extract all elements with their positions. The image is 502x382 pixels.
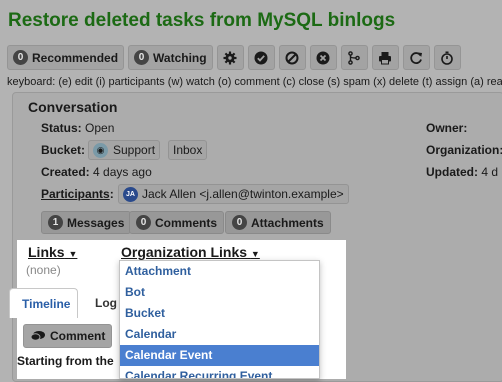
bucket-inbox-label: Inbox bbox=[173, 143, 203, 157]
messages-label: Messages bbox=[67, 215, 125, 230]
print-icon bbox=[379, 51, 392, 64]
comments-button[interactable]: 0 Comments bbox=[129, 211, 225, 234]
updated-label: Updated: bbox=[426, 165, 478, 179]
dropdown-item-attachment[interactable]: Attachment bbox=[120, 261, 319, 282]
starting-text: Starting from the bbox=[17, 354, 114, 368]
dropdown-item-bucket[interactable]: Bucket bbox=[120, 303, 319, 324]
merge-icon bbox=[348, 50, 360, 65]
bucket-label: Bucket: bbox=[41, 143, 86, 157]
watching-count: 0 bbox=[134, 50, 150, 65]
avatar: JA bbox=[123, 186, 138, 202]
comments-label: Comments bbox=[155, 215, 218, 230]
created-value: 4 days ago bbox=[93, 165, 152, 179]
globe-icon: ◉ bbox=[93, 142, 108, 158]
recommended-count: 0 bbox=[13, 50, 28, 65]
dropdown-item-calendar-event[interactable]: Calendar Event bbox=[120, 345, 319, 366]
attachments-button[interactable]: 0 Attachments bbox=[225, 211, 331, 234]
dropdown-item-bot[interactable]: Bot bbox=[120, 282, 319, 303]
links-label: Links bbox=[28, 244, 65, 260]
dropdown-item-calendar[interactable]: Calendar bbox=[120, 324, 319, 345]
updated-row: Updated: 4 d bbox=[426, 165, 498, 179]
delete-button[interactable] bbox=[309, 45, 337, 70]
organization-label: Organization: bbox=[426, 143, 502, 157]
merge-button[interactable] bbox=[340, 45, 368, 70]
watching-label: Watching bbox=[153, 50, 207, 65]
refresh-button[interactable] bbox=[402, 45, 430, 70]
dropdown-item-calendar-recurring-event[interactable]: Calendar Recurring Event bbox=[120, 366, 319, 378]
messages-button[interactable]: 1 Messages bbox=[41, 211, 132, 234]
recommended-label: Recommended bbox=[32, 50, 119, 65]
created-label: Created: bbox=[41, 165, 90, 179]
attachments-count: 0 bbox=[232, 215, 247, 230]
messages-count: 1 bbox=[48, 215, 63, 230]
settings-button[interactable] bbox=[216, 45, 244, 70]
conversation-heading: Conversation bbox=[28, 99, 118, 115]
status-row: Status: Open bbox=[41, 121, 114, 135]
comments-count: 0 bbox=[136, 215, 151, 230]
organization-links-label: Organization Links bbox=[121, 244, 248, 260]
keyboard-hint: keyboard: (e) edit (i) participants (w) … bbox=[7, 76, 502, 88]
print-button[interactable] bbox=[371, 45, 399, 70]
toolbar: 0 Recommended 0 Watching bbox=[7, 45, 461, 70]
check-icon bbox=[254, 51, 268, 64]
links-empty-text: (none) bbox=[26, 263, 61, 277]
organization-links-menu[interactable]: Organization Links ▼ bbox=[121, 244, 260, 260]
comment-icon bbox=[30, 331, 45, 341]
status-label: Status: bbox=[41, 121, 82, 135]
participant-chip[interactable]: JA Jack Allen <j.allen@twinton.example> bbox=[118, 184, 349, 204]
status-value: Open bbox=[85, 121, 115, 135]
updated-value: 4 d bbox=[481, 165, 499, 179]
watching-button[interactable]: 0 Watching bbox=[128, 45, 213, 70]
timer-icon bbox=[441, 51, 453, 65]
bucket-inbox-chip[interactable]: Inbox bbox=[168, 140, 208, 160]
organization-links-dropdown: Attachment Bot Bucket Calendar Calendar … bbox=[119, 260, 320, 379]
chevron-down-icon: ▼ bbox=[68, 249, 78, 259]
timer-button[interactable] bbox=[433, 45, 461, 70]
participants-label[interactable]: Participants: bbox=[41, 187, 114, 201]
tab-timeline[interactable]: Timeline bbox=[9, 288, 78, 318]
page-title: Restore deleted tasks from MySQL binlogs bbox=[8, 10, 396, 31]
owner-label: Owner: bbox=[426, 121, 468, 135]
bucket-support-label: Support bbox=[113, 143, 156, 157]
close-icon bbox=[316, 51, 330, 64]
created-row: Created: 4 days ago bbox=[41, 165, 152, 179]
recommended-button[interactable]: 0 Recommended bbox=[7, 45, 125, 70]
comment-button[interactable]: Comment bbox=[23, 324, 113, 348]
attachments-label: Attachments bbox=[251, 215, 324, 230]
chevron-down-icon: ▼ bbox=[250, 249, 260, 259]
participant-name: Jack Allen <j.allen@twinton.example> bbox=[142, 187, 344, 201]
refresh-icon bbox=[410, 51, 423, 64]
check-button[interactable] bbox=[247, 45, 275, 70]
ban-icon bbox=[285, 51, 299, 64]
bucket-support-chip[interactable]: ◉ Support bbox=[88, 140, 161, 160]
gear-icon bbox=[223, 51, 237, 64]
links-menu[interactable]: Links ▼ bbox=[28, 244, 77, 260]
spam-button[interactable] bbox=[278, 45, 306, 70]
comment-button-label: Comment bbox=[50, 329, 106, 343]
